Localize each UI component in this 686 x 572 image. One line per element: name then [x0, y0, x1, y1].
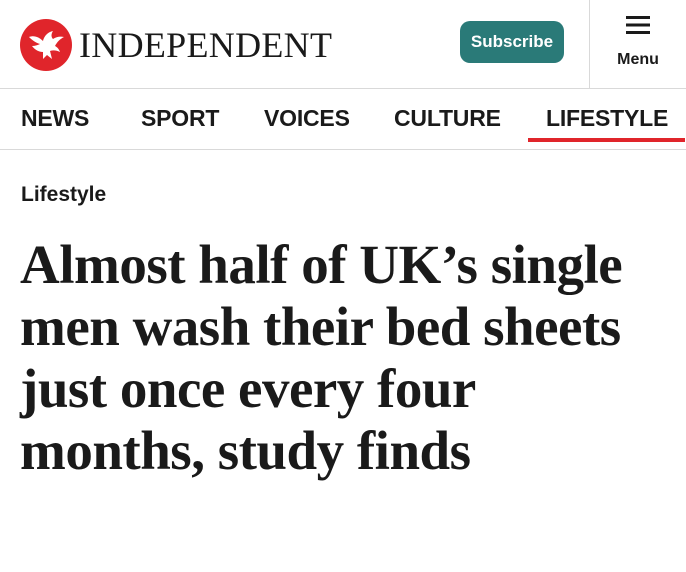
- active-tab-indicator: [528, 138, 685, 142]
- site-header: INDEPENDENT Subscribe Menu: [0, 0, 686, 89]
- site-logo[interactable]: INDEPENDENT: [20, 17, 332, 73]
- article-section-link[interactable]: Lifestyle: [21, 183, 106, 207]
- eagle-logo-icon: [20, 19, 72, 71]
- nav-item-voices[interactable]: VOICES: [264, 105, 350, 132]
- nav-item-news[interactable]: NEWS: [21, 105, 89, 132]
- menu-button[interactable]: Menu: [590, 0, 686, 88]
- nav-item-culture[interactable]: CULTURE: [394, 105, 501, 132]
- nav-item-lifestyle[interactable]: LIFESTYLE: [546, 105, 668, 132]
- article-headline: Almost half of UK’s single men wash thei…: [20, 234, 623, 481]
- nav-item-sport[interactable]: SPORT: [141, 105, 219, 132]
- hamburger-icon: [626, 16, 650, 34]
- menu-label: Menu: [617, 51, 659, 68]
- subscribe-button[interactable]: Subscribe: [460, 21, 564, 63]
- site-logo-text: INDEPENDENT: [79, 25, 333, 65]
- section-nav: NEWS SPORT VOICES CULTURE LIFESTYLE: [0, 89, 686, 150]
